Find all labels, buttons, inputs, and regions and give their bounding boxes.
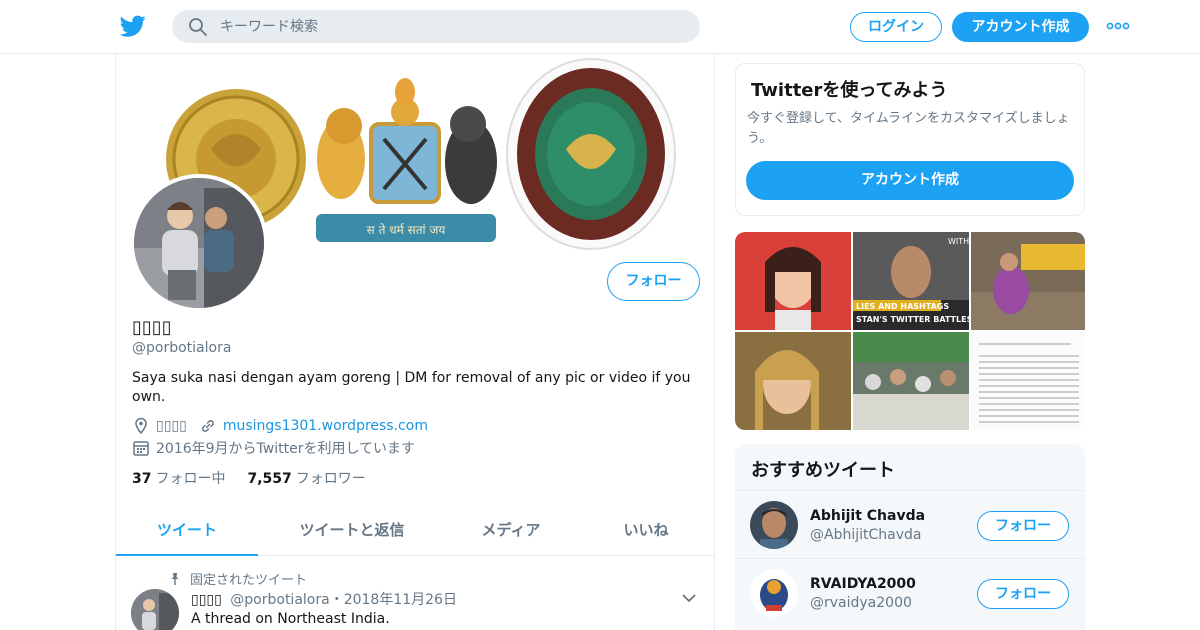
recommended-account[interactable]: RVAIDYA2000 @rvaidya2000 フォロー [735, 558, 1085, 626]
recommended-follow-button[interactable]: フォロー [977, 511, 1069, 541]
profile-joined: 2016年9月からTwitterを利用しています [132, 438, 415, 458]
media-thumb-5[interactable] [853, 332, 969, 430]
recommended-title: おすすめツイート [751, 460, 895, 481]
top-navigation-bar: ログイン アカウント作成 [0, 0, 1200, 54]
media-thumb-2[interactable]: LIES AND HASHTAGS STAN'S TWITTER BATTLES W… [853, 232, 969, 330]
search-input[interactable] [220, 10, 680, 43]
media-thumb-4[interactable] [735, 332, 851, 430]
media-grid: LIES AND HASHTAGS STAN'S TWITTER BATTLES W… [735, 232, 1085, 430]
profile-tabs: ツイート ツイートと返信 メディア いいね [116, 505, 714, 556]
tab-media[interactable]: メディア [446, 505, 576, 556]
login-button[interactable]: ログイン [850, 12, 942, 42]
profile-joined-text: 2016年9月からTwitterを利用しています [156, 441, 416, 457]
chevron-down-icon[interactable] [682, 593, 696, 603]
recommended-follow-button[interactable]: フォロー [977, 579, 1069, 609]
recommended-name[interactable]: Abhijit Chavda [810, 508, 925, 524]
tab-tweets[interactable]: ツイート [116, 505, 258, 556]
recommended-accounts: おすすめツイート Abhijit Chavda @AbhijitChavda フ… [735, 444, 1085, 630]
tweet-author-handle[interactable]: @porbotialora [230, 592, 329, 608]
twitter-bird-icon[interactable] [120, 13, 146, 39]
calendar-icon [133, 441, 149, 456]
tweet-avatar-image [131, 589, 179, 630]
avatar-illustration [134, 178, 264, 308]
tweet-author-name[interactable]: ▯▯▯▯ [191, 592, 222, 608]
media-thumb-1[interactable] [735, 232, 851, 330]
tweet-avatar[interactable] [131, 589, 179, 630]
signup-card: Twitterを使ってみよう 今すぐ登録して、タイムラインをカスタマイズしましょ… [735, 63, 1085, 216]
pinned-tweet[interactable]: 固定されたツイート ▯▯▯▯ @porbotialora・2018年11月26日… [116, 557, 714, 630]
profile-stats: 37 フォロー中 7,557 フォロワー [132, 468, 388, 488]
svg-text:WITH: WITH [948, 237, 969, 246]
signup-card-title: Twitterを使ってみよう [751, 80, 948, 101]
search-box[interactable] [172, 10, 700, 43]
recommended-account[interactable]: Abhijit Chavda @AbhijitChavda フォロー [735, 490, 1085, 558]
recommended-avatar[interactable] [750, 501, 798, 549]
profile-location-website: ▯▯▯▯ musings1301.wordpress.com [132, 416, 428, 436]
recommended-avatar[interactable] [750, 569, 798, 617]
pin-icon [171, 572, 179, 585]
profile-bio: Saya suka nasi dengan ayam goreng | DM f… [132, 370, 691, 405]
location-pin-icon [135, 417, 147, 435]
svg-text:STAN'S TWITTER BATTLES: STAN'S TWITTER BATTLES [856, 315, 969, 324]
media-thumb-3[interactable] [971, 232, 1085, 330]
media-thumb-6[interactable] [971, 332, 1085, 430]
profile-location: ▯▯▯▯ [156, 418, 187, 434]
followers-stat[interactable]: 7,557 フォロワー [247, 468, 365, 488]
profile-avatar[interactable] [130, 174, 268, 312]
profile-website-link[interactable]: musings1301.wordpress.com [223, 418, 428, 434]
tweet-header: ▯▯▯▯ @porbotialora・2018年11月26日 [191, 589, 457, 609]
recommended-handle[interactable]: @AbhijitChavda [810, 527, 921, 543]
tweet-date[interactable]: 2018年11月26日 [344, 592, 457, 608]
signup-card-button[interactable]: アカウント作成 [746, 161, 1074, 200]
more-dots-icon[interactable] [1106, 18, 1130, 34]
tab-likes[interactable]: いいね [576, 505, 714, 556]
follow-button[interactable]: フォロー [607, 262, 700, 301]
link-icon [201, 420, 214, 432]
tweet-separator: ・ [329, 592, 344, 608]
search-icon [189, 18, 207, 36]
tweet-text: A thread on Northeast India. [191, 611, 390, 627]
svg-text:स ते धर्म सतां जय: स ते धर्म सतां जय [367, 223, 447, 237]
svg-text:LIES AND HASHTAGS: LIES AND HASHTAGS [856, 302, 949, 311]
recommended-handle[interactable]: @rvaidya2000 [810, 595, 912, 611]
following-stat[interactable]: 37 フォロー中 [132, 468, 225, 488]
profile-column: स ते धर्म सतां जय フォロー ▯▯▯▯ @porbotialor… [115, 54, 715, 630]
recommended-name[interactable]: RVAIDYA2000 [810, 576, 916, 592]
profile-handle[interactable]: @porbotialora [132, 340, 231, 356]
pinned-indicator: 固定されたツイート [168, 569, 307, 588]
profile-name[interactable]: ▯▯▯▯ [132, 317, 172, 338]
signup-card-text: 今すぐ登録して、タイムラインをカスタマイズしましょう。 [747, 111, 1070, 146]
tab-tweets-and-replies[interactable]: ツイートと返信 [258, 505, 446, 556]
signup-button[interactable]: アカウント作成 [952, 12, 1089, 42]
